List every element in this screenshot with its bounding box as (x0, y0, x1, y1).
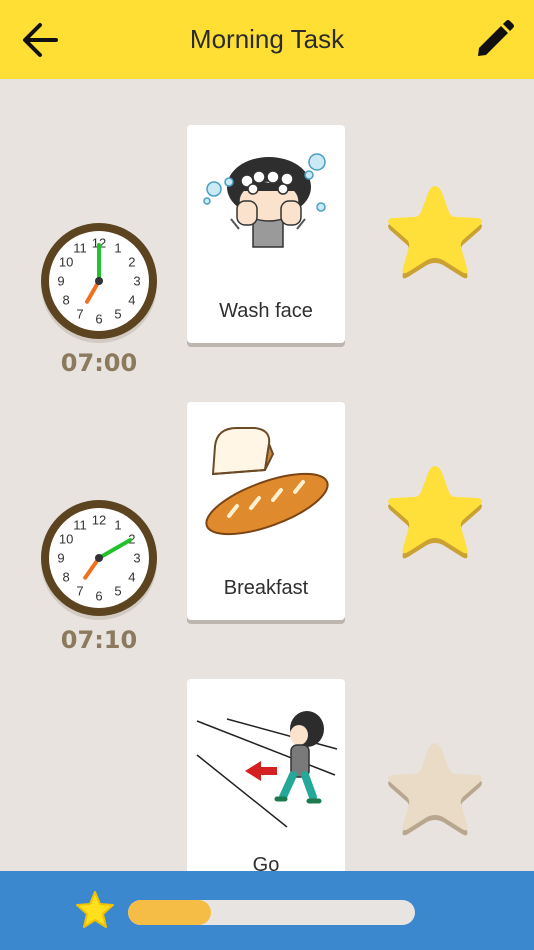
task-card-breakfast[interactable]: Breakfast (187, 402, 345, 620)
star-icon[interactable] (383, 460, 487, 564)
clock-number: 7 (76, 583, 83, 598)
clock-number: 11 (73, 241, 87, 256)
task-card-go[interactable]: Go (187, 679, 345, 871)
star-icon[interactable] (383, 180, 487, 284)
clock-number: 5 (114, 583, 121, 598)
breakfast-bread-icon (205, 427, 329, 536)
clock-number: 1 (114, 518, 121, 533)
task-row: Go (0, 679, 534, 871)
clock-number: 10 (59, 532, 73, 547)
task-card-wash-face[interactable]: Wash face (187, 125, 345, 343)
clock-number: 5 (114, 306, 121, 321)
clock-number: 4 (128, 293, 135, 308)
clock-icon: 121234567891011 (41, 500, 157, 620)
page-title: Morning Task (189, 24, 345, 54)
clock-number: 8 (62, 570, 69, 585)
clock-number: 6 (95, 589, 102, 604)
clock-number: 8 (62, 293, 69, 308)
bottom-bar (0, 871, 534, 950)
task-time: 07:00 (60, 349, 138, 377)
task-label: Go (252, 854, 280, 871)
task-row: 121234567891011 07:10 Breakfast (0, 402, 534, 654)
clock-number: 6 (95, 312, 102, 327)
clock-number: 9 (57, 274, 64, 289)
edit-button[interactable] (472, 18, 516, 62)
top-bar: Morning Task (0, 0, 534, 79)
clock-number: 7 (76, 306, 83, 321)
clock-number: 11 (73, 518, 87, 533)
star-icon (76, 891, 114, 928)
go-walking-icon (196, 711, 338, 828)
progress-fill (128, 900, 212, 925)
clock-number: 10 (59, 255, 73, 270)
clock-number: 4 (128, 570, 135, 585)
wash-face-icon (203, 153, 326, 248)
progress-bar (128, 900, 415, 925)
task-row: 12 1 2 3 4 5 6 7 8 9 10 11 07:00 Wash fa… (0, 125, 534, 377)
clock-icon: 121234567891011 (41, 223, 157, 343)
task-list[interactable]: 12 1 2 3 4 5 6 7 8 9 10 11 07:00 Wash fa… (0, 79, 534, 871)
task-label: Wash face (219, 300, 313, 322)
clock-number: 2 (128, 255, 135, 270)
clock-number: 3 (133, 551, 140, 566)
clock-number: 9 (57, 551, 64, 566)
pencil-icon (478, 20, 514, 56)
clock-number: 3 (133, 274, 140, 289)
clock-number: 1 (114, 241, 121, 256)
clock-number: 12 (92, 513, 106, 528)
task-time: 07:10 (60, 626, 138, 654)
star-icon[interactable] (383, 737, 487, 841)
task-label: Breakfast (223, 577, 309, 599)
